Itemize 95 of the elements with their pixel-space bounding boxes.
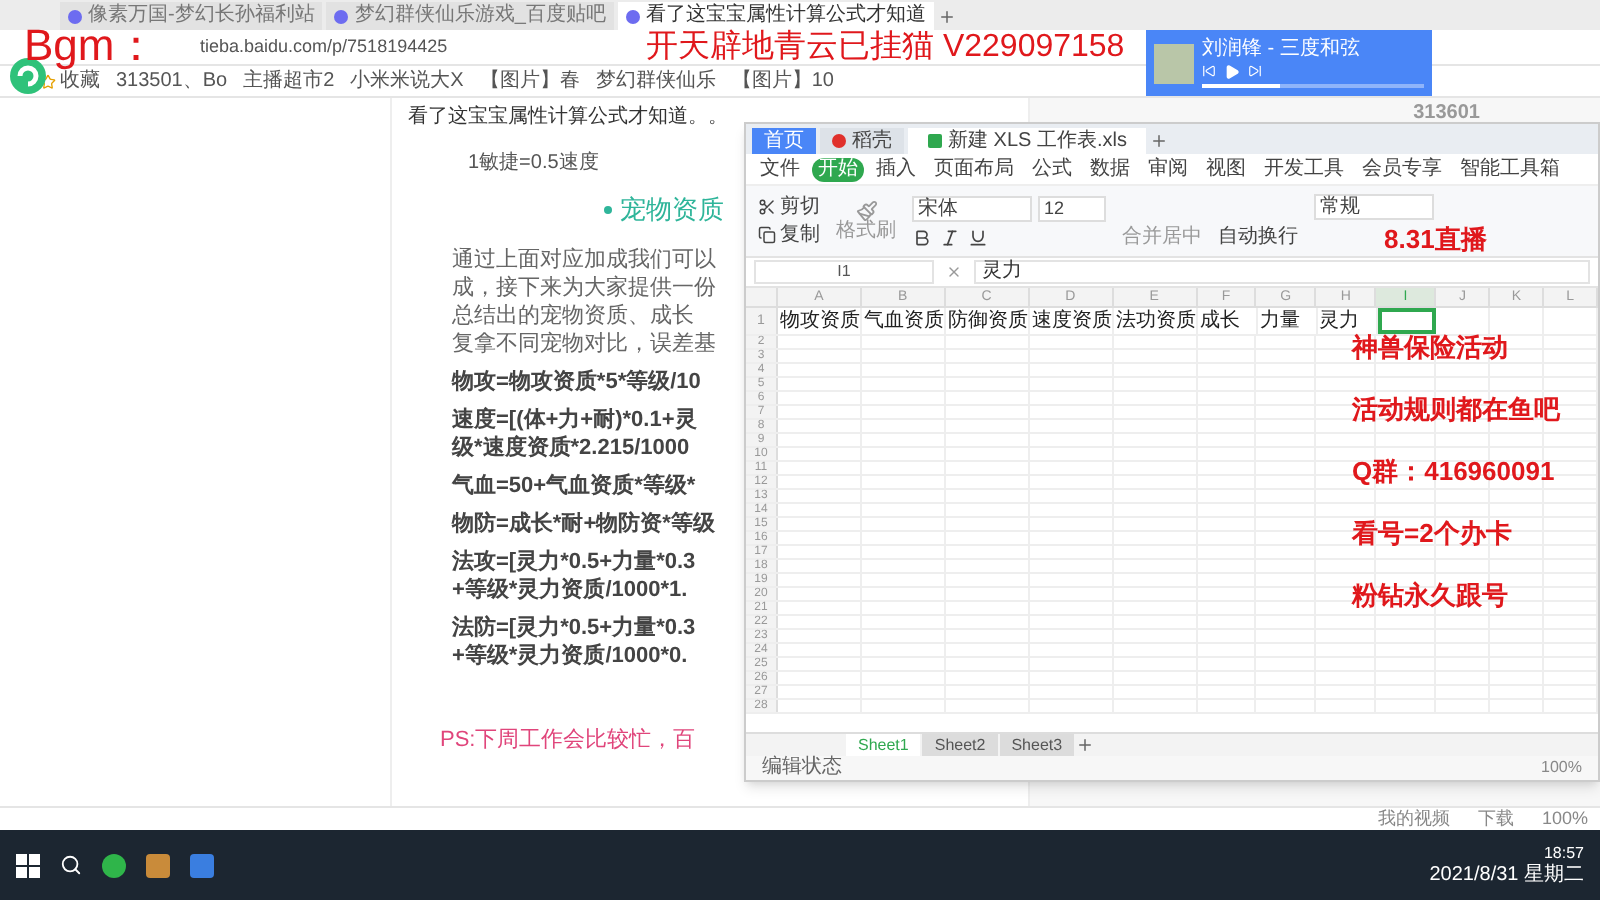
album-cover-placeholder — [1154, 43, 1194, 83]
app-icon — [832, 134, 846, 148]
menu-tab[interactable]: 文件 — [754, 157, 806, 181]
status-item[interactable]: 我的视频 — [1377, 810, 1450, 828]
bullet-icon — [604, 205, 612, 214]
document-tab[interactable]: 稻壳 — [820, 128, 904, 154]
page-number-text: 313601 — [1413, 100, 1480, 128]
table-cell: 气血资质 — [861, 308, 946, 334]
menu-tab[interactable]: 公式 — [1026, 157, 1078, 181]
url-field[interactable]: tieba.baidu.com/p/7518194425 — [200, 33, 448, 61]
selected-cell[interactable] — [1377, 308, 1437, 334]
play-icon[interactable] — [1224, 63, 1240, 79]
table-cell: 法功资质 — [1113, 308, 1198, 334]
browser-tab[interactable]: 像素万国-梦幻长孙福利站 — [60, 2, 323, 30]
menu-tab[interactable]: 审阅 — [1142, 157, 1194, 181]
sheet-tab[interactable]: Sheet3 — [999, 734, 1075, 756]
page-icon — [334, 9, 349, 23]
cancel-icon[interactable] — [946, 264, 962, 280]
search-icon[interactable] — [60, 854, 82, 876]
bold-icon[interactable] — [912, 227, 932, 247]
article-text: 1敏捷=0.5速度 — [468, 149, 599, 178]
browser-tab[interactable]: 梦幻群侠仙乐游戏_百度贴吧 — [326, 2, 614, 30]
document-tab[interactable]: 新建 XLS 工作表.xls — [908, 128, 1147, 154]
menu-tab[interactable]: 页面布局 — [928, 157, 1020, 181]
formula-text: 法防=[灵力*0.5+力量*0.3 +等级*灵力资质/1000*0. — [452, 613, 696, 669]
scissors-icon — [758, 198, 776, 216]
formula-text: 物防=成长*耐+物防资*等级 — [452, 509, 715, 537]
next-icon[interactable] — [1248, 64, 1262, 78]
app-icon[interactable] — [102, 853, 126, 877]
star-icon — [40, 73, 56, 89]
clock-date: 2021/8/31 星期二 — [1429, 863, 1584, 887]
table-cell: 速度资质 — [1029, 308, 1114, 334]
number-format-select[interactable]: 常规 — [1314, 194, 1434, 220]
brush-icon — [855, 200, 877, 222]
font-size-select[interactable]: 12 — [1038, 195, 1106, 221]
formula-field[interactable]: 灵力 — [974, 260, 1590, 284]
status-text: 编辑状态 — [762, 758, 842, 778]
bookmark-item[interactable]: 【图片】春 — [479, 71, 580, 91]
italic-icon[interactable] — [940, 227, 960, 247]
cut-button[interactable]: 剪切 — [758, 197, 820, 217]
table-cell: 成长 — [1197, 308, 1258, 334]
browser-tab[interactable]: 看了这宝宝属性计算公式才知道 — [617, 2, 934, 30]
table-cell: 力量 — [1257, 308, 1318, 334]
bookmark-item[interactable]: 梦幻群侠仙乐 — [595, 71, 716, 91]
clock-time: 18:57 — [1543, 843, 1584, 863]
menu-tab[interactable]: 会员专享 — [1356, 157, 1448, 181]
menu-tab[interactable]: 视图 — [1200, 157, 1252, 181]
menu-tab[interactable]: 智能工具箱 — [1454, 157, 1566, 181]
song-title: 刘润锋 - 三度和弦 — [1202, 39, 1362, 59]
new-tab-icon[interactable] — [1150, 132, 1169, 150]
promo-text: 看号=2个办卡 — [1352, 518, 1514, 548]
bookmark-item[interactable]: 小米米说大X — [350, 71, 464, 91]
table-cell: 物攻资质 — [777, 308, 862, 334]
headline-text: 开天辟地青云已挂猫 V229097158 — [646, 32, 1125, 64]
previous-icon[interactable] — [1202, 64, 1216, 78]
sheet-tab[interactable]: Sheet2 — [922, 734, 998, 756]
promo-text: 粉钻永久跟号 — [1352, 580, 1510, 610]
font-select[interactable]: 宋体 — [912, 195, 1032, 221]
table-cell: 灵力 — [1317, 308, 1377, 334]
bgm-label: Bgm： — [24, 24, 159, 68]
article-paragraph: 通过上面对应加成我们可以 成，接下来为大家提供一份 总结出的宠物资质、成长 复拿不同宠物对比，误差基 — [452, 245, 716, 357]
promo-text: 活动规则都在鱼吧 — [1352, 394, 1560, 424]
promo-text: Q群：416960091 — [1352, 456, 1557, 486]
bookmark-item[interactable]: 主播超市2 — [243, 71, 335, 91]
section-heading: 宠物资质 — [620, 192, 724, 228]
app-icon[interactable] — [190, 853, 214, 877]
formula-text: 气血=50+气血资质*等级* — [452, 471, 696, 499]
underline-icon[interactable] — [968, 227, 988, 247]
app-icon[interactable] — [146, 853, 170, 877]
bookmark-item[interactable]: 收藏 — [40, 71, 100, 91]
bookmark-item[interactable]: 【图片】10 — [731, 71, 834, 91]
bookmark-item[interactable]: 313501、Bo — [116, 71, 228, 91]
page-icon — [625, 9, 640, 23]
wrap-text-button[interactable]: 自动换行 — [1218, 228, 1298, 248]
ps-note: PS:下周工作会比较忙，百 — [440, 725, 696, 755]
article-title: 看了这宝宝属性计算公式才知道。。 — [408, 103, 728, 132]
windows-icon[interactable] — [16, 853, 40, 877]
formula-text: 速度=[(体+力+耐)*0.1+灵 级*速度资质*2.215/1000 — [452, 405, 697, 461]
add-sheet-icon[interactable] — [1076, 736, 1095, 754]
live-date-text: 8.31直播 — [1384, 226, 1487, 252]
status-item[interactable]: 下载 — [1477, 810, 1514, 828]
page-icon — [68, 9, 82, 23]
menu-tab[interactable]: 数据 — [1084, 157, 1136, 181]
table-cell: 防御资质 — [945, 308, 1030, 334]
cell-reference-field[interactable]: I1 — [754, 260, 934, 284]
copy-icon — [758, 226, 776, 244]
new-tab-icon[interactable] — [937, 8, 956, 26]
spreadsheet-icon — [928, 134, 942, 148]
menu-tab[interactable]: 开发工具 — [1258, 157, 1350, 181]
status-item[interactable]: 100% — [1541, 810, 1588, 828]
copy-button[interactable]: 复制 — [758, 225, 820, 245]
formula-text: 法攻=[灵力*0.5+力量*0.3 +等级*灵力资质/1000*1. — [452, 547, 696, 603]
formula-text: 物攻=物攻资质*5*等级/10 — [452, 367, 701, 395]
promo-text: 神兽保险活动 — [1352, 332, 1510, 362]
menu-tab[interactable]: 插入 — [870, 157, 922, 181]
